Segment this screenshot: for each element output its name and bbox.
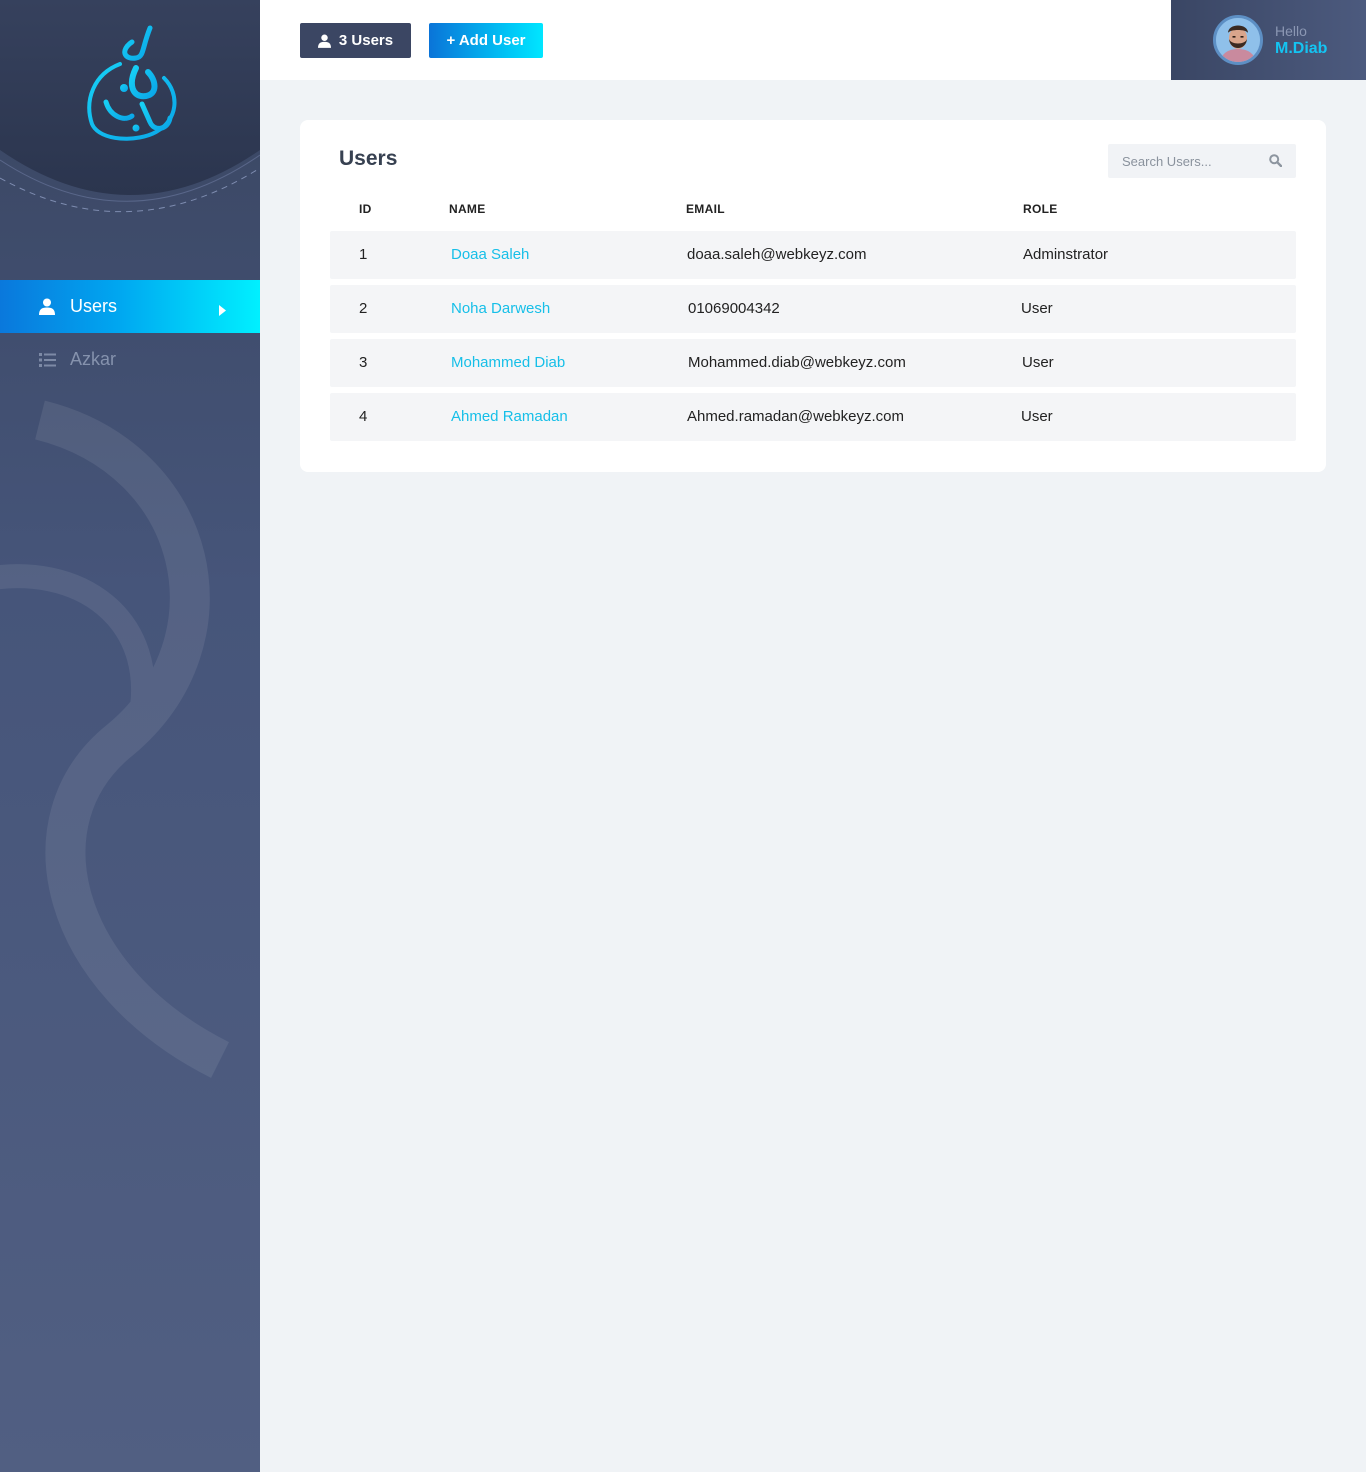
search-icon[interactable] (1269, 154, 1283, 172)
cell-name-link[interactable]: Ahmed Ramadan (451, 408, 568, 425)
avatar[interactable] (1213, 15, 1263, 65)
cell-id: 4 (359, 408, 368, 425)
add-user-label: + Add User (446, 32, 526, 49)
users-table-body: 1 Doaa Saleh doaa.saleh@webkeyz.com Admi… (330, 231, 1296, 447)
card-title: Users (339, 147, 398, 170)
users-card: Users ID NAME EMAIL ROLE 1 Doaa Saleh do… (300, 120, 1326, 472)
cell-email: Ahmed.ramadan@webkeyz.com (687, 408, 904, 425)
sidebar-nav: Users Azkar (0, 280, 260, 386)
users-count-button[interactable]: 3 Users (300, 23, 411, 58)
cell-email: 01069004342 (688, 300, 780, 317)
app-logo[interactable] (80, 24, 184, 144)
profile-name: M.Diab (1275, 40, 1328, 57)
cell-email: doaa.saleh@webkeyz.com (687, 246, 867, 263)
cell-name-link[interactable]: Noha Darwesh (451, 300, 550, 317)
cell-id: 3 (359, 354, 368, 371)
cell-role: User (1021, 408, 1053, 425)
users-count-label: 3 Users (338, 32, 394, 49)
sidebar: Users Azkar (0, 0, 260, 1472)
cell-email: Mohammed.diab@webkeyz.com (688, 354, 906, 371)
user-icon (317, 34, 331, 48)
column-header-name: NAME (449, 202, 486, 216)
table-row[interactable]: 3 Mohammed Diab Mohammed.diab@webkeyz.co… (330, 339, 1296, 387)
caret-right-icon (219, 300, 226, 321)
sidebar-item-label: Azkar (70, 349, 117, 369)
profile-greeting: Hello (1275, 23, 1307, 39)
cell-role: Adminstrator (1023, 246, 1109, 263)
sidebar-item-users[interactable]: Users (0, 280, 260, 333)
table-row[interactable]: 2 Noha Darwesh 01069004342 User (330, 285, 1296, 333)
cell-role: User (1022, 354, 1054, 371)
cell-name-link[interactable]: Doaa Saleh (451, 246, 529, 263)
sidebar-item-label: Users (70, 296, 118, 316)
cell-role: User (1021, 300, 1053, 317)
column-header-email: EMAIL (686, 202, 725, 216)
column-header-id: ID (359, 202, 372, 216)
table-header: ID NAME EMAIL ROLE (330, 202, 1296, 222)
cell-id: 1 (359, 246, 368, 263)
list-icon (38, 351, 56, 369)
user-icon (38, 298, 56, 316)
column-header-role: ROLE (1023, 202, 1058, 216)
user-profile[interactable]: Hello M.Diab (1171, 0, 1366, 80)
cell-id: 2 (359, 300, 368, 317)
search-box (1108, 144, 1296, 178)
table-row[interactable]: 1 Doaa Saleh doaa.saleh@webkeyz.com Admi… (330, 231, 1296, 279)
cell-name-link[interactable]: Mohammed Diab (451, 354, 565, 371)
sidebar-header (0, 0, 260, 240)
sidebar-item-azkar[interactable]: Azkar (0, 333, 260, 386)
add-user-button[interactable]: + Add User (429, 23, 543, 58)
table-row[interactable]: 4 Ahmed Ramadan Ahmed.ramadan@webkeyz.co… (330, 393, 1296, 441)
top-bar: 3 Users + Add User (260, 0, 1171, 80)
sidebar-decoration (0, 400, 230, 1078)
search-input[interactable] (1108, 144, 1258, 178)
